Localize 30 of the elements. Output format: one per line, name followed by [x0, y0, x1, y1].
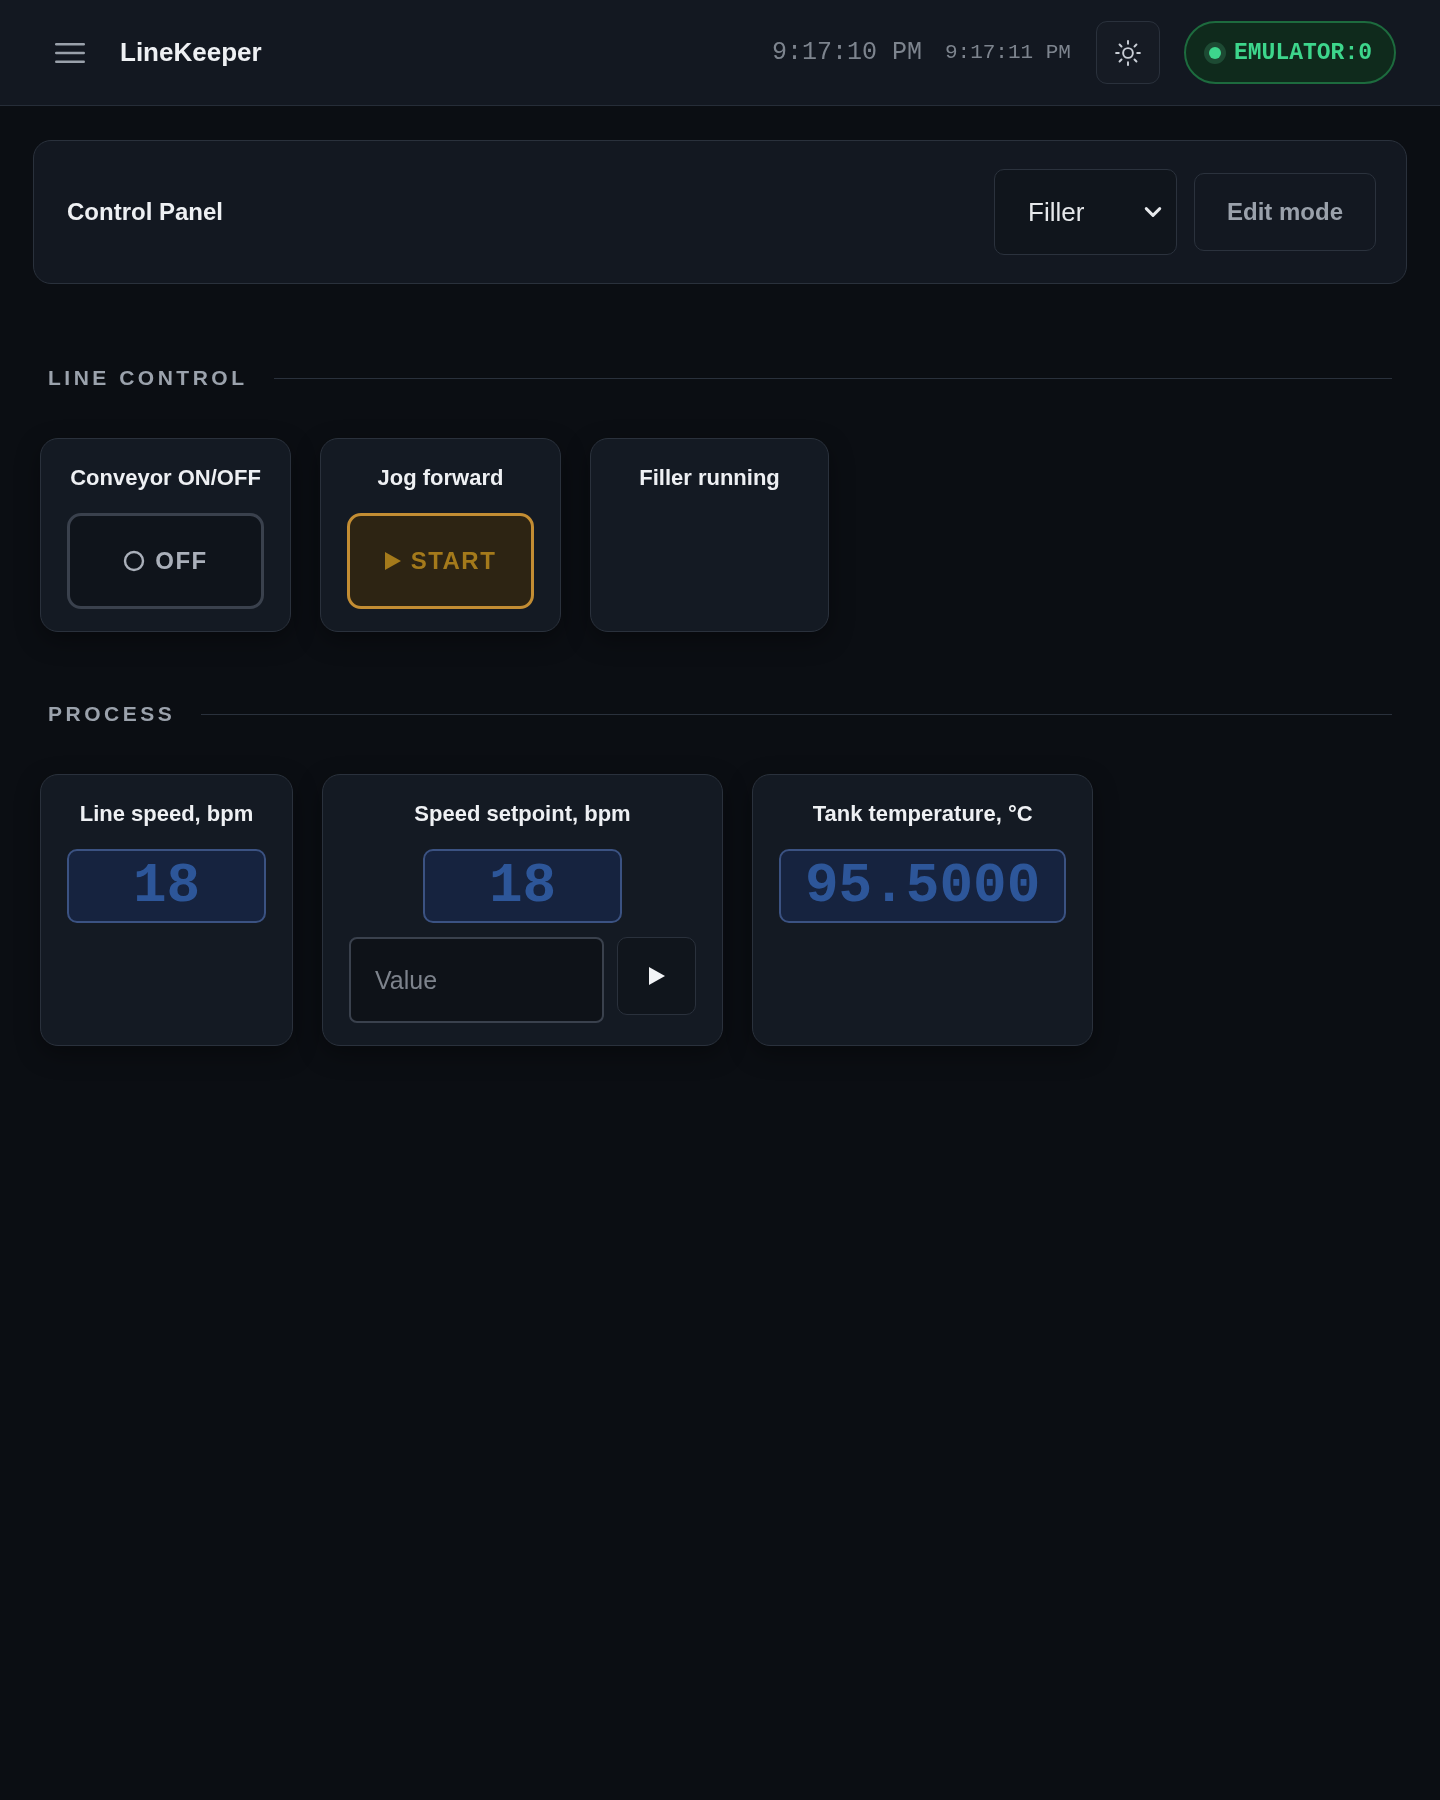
sun-icon	[1114, 39, 1141, 66]
clock-time: 9:17:11 PM	[944, 41, 1071, 64]
value-display: 18	[423, 849, 622, 923]
chevron-down-icon	[1144, 206, 1162, 218]
send-button[interactable]	[617, 937, 696, 1015]
panel-title: Control Panel	[67, 198, 223, 226]
toggle-button[interactable]: OFF	[67, 513, 264, 609]
section-title: PROCESS	[48, 702, 176, 726]
theme-toggle-button[interactable]	[1095, 21, 1160, 84]
value-display: 18	[67, 849, 266, 923]
section-title: LINE CONTROL	[48, 366, 248, 390]
app-title: LineKeeper	[120, 37, 262, 68]
play-icon	[648, 967, 665, 985]
value-input[interactable]: Value	[349, 937, 604, 1023]
widget-label: Filler running	[639, 464, 780, 492]
connection-status-button[interactable]: EMULATOR:0	[1183, 21, 1396, 84]
value-display: 95.5000	[779, 849, 1067, 923]
widget-label: Conveyor ON/OFF	[70, 464, 261, 492]
menu-icon[interactable]	[55, 42, 85, 63]
status-dot-icon	[1203, 41, 1226, 64]
edit-mode-button[interactable]: Edit mode	[1194, 173, 1376, 251]
station-select[interactable]: Filler	[994, 169, 1177, 255]
widget-label: Jog forward	[377, 464, 504, 492]
widget-label: Line speed, bpm	[79, 800, 254, 828]
start-button[interactable]: START	[347, 513, 534, 609]
play-icon	[384, 552, 401, 570]
ring-icon	[123, 550, 146, 572]
widget-label: Tank temperature, °C	[812, 800, 1033, 828]
widget-label: Speed setpoint, bpm	[414, 800, 631, 828]
clock-time: 9:17:10 PM	[771, 38, 922, 67]
